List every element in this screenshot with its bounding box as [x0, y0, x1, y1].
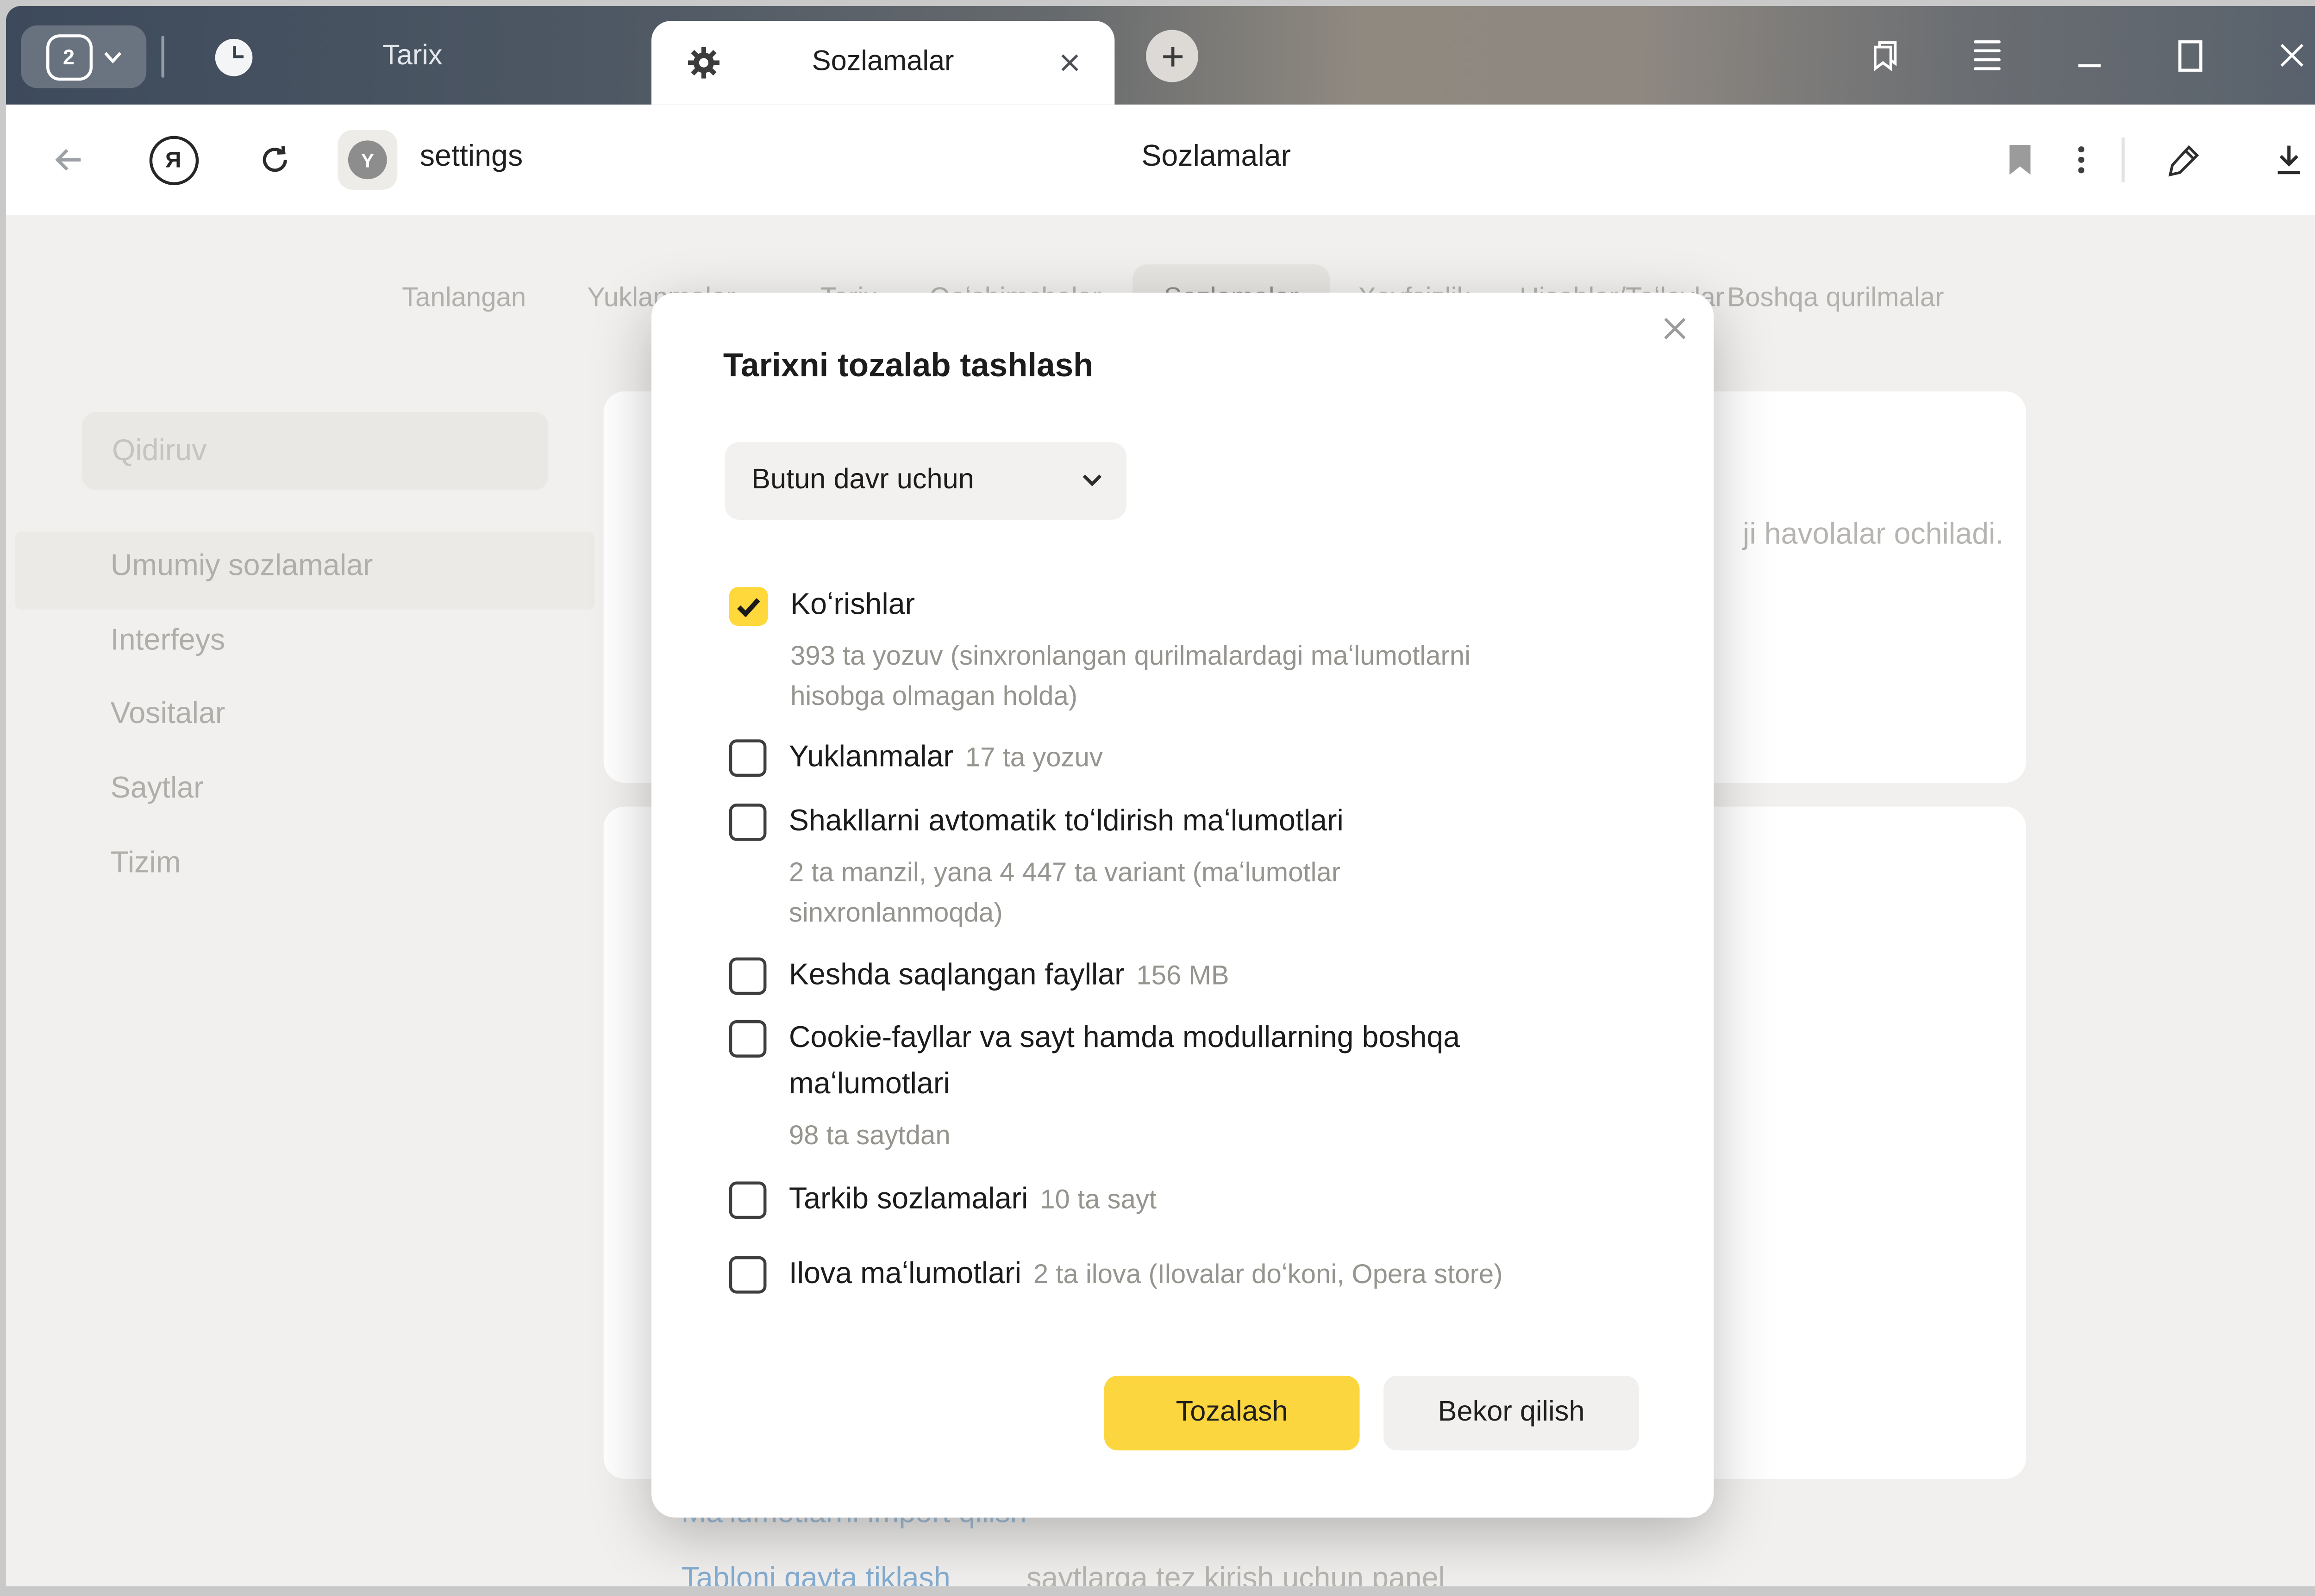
- restore-tableau-desc: saytlarga tez kirish uchun panel: [1026, 1562, 1445, 1586]
- checkbox-icon[interactable]: [729, 958, 767, 995]
- dialog-close-icon[interactable]: [1654, 308, 1696, 349]
- history-item-row[interactable]: Koʻrishlar 393 ta yozuv (sinxronlangan q…: [729, 583, 1560, 717]
- sidebar-item-tizim[interactable]: Tizim: [111, 847, 181, 881]
- window-body: 2 Tarix Sozlamalar: [6, 6, 2315, 1586]
- close-icon[interactable]: [2266, 30, 2315, 81]
- item-detail: 2 ta manzil, yana 4 447 ta variant (maʻl…: [789, 853, 1416, 934]
- sidebar-item-interfeys[interactable]: Interfeys: [111, 624, 225, 659]
- clear-button[interactable]: Tozalash: [1104, 1376, 1360, 1450]
- item-label[interactable]: Keshda saqlangan fayllar: [789, 959, 1125, 992]
- tab-group-chip[interactable]: 2: [21, 25, 146, 88]
- tab-count-badge: 2: [45, 34, 92, 80]
- menu-icon[interactable]: [1962, 30, 2013, 81]
- yandex-icon[interactable]: Я: [146, 133, 200, 187]
- item-label[interactable]: Ilova maʻlumotlari: [789, 1258, 1021, 1291]
- back-icon[interactable]: [42, 133, 95, 187]
- clock-icon: [215, 38, 253, 75]
- item-label[interactable]: Tarkib sozlamalari: [789, 1183, 1028, 1216]
- maximize-icon[interactable]: [2165, 30, 2216, 81]
- tabstrip-divider: [162, 36, 164, 77]
- more-options-icon[interactable]: [2054, 133, 2108, 187]
- checkbox-icon[interactable]: [729, 804, 767, 841]
- site-badge[interactable]: Y: [338, 130, 397, 190]
- history-item-row[interactable]: Ilova maʻlumotlari 2 ta ilova (Ilovalar d…: [729, 1252, 1503, 1298]
- checkbox-icon[interactable]: [729, 739, 767, 777]
- browser-window: 2 Tarix Sozlamalar: [0, 0, 2315, 1595]
- history-item-row[interactable]: Yuklanmalar 17 ta yozuv: [729, 735, 1103, 781]
- background-text-fragment: ji havolalar ochiladi.: [1743, 518, 2003, 553]
- site-favicon-icon: Y: [348, 140, 387, 179]
- bookmark-icon[interactable]: [1993, 133, 2047, 187]
- history-item-row[interactable]: Keshda saqlangan fayllar 156 MB: [729, 953, 1229, 999]
- item-label[interactable]: Shakllarni avtomatik toʻldirish maʻlumot…: [789, 799, 1416, 845]
- checkbox-icon[interactable]: [729, 1182, 767, 1219]
- sidebar-item-umumiy[interactable]: Umumiy sozlamalar: [111, 550, 373, 584]
- history-item-row[interactable]: Shakllarni avtomatik toʻldirish maʻlumot…: [729, 799, 1416, 933]
- settings-search-input[interactable]: [82, 412, 548, 490]
- reload-icon[interactable]: [248, 133, 302, 187]
- item-label[interactable]: Koʻrishlar: [790, 583, 1560, 629]
- pen-tool-icon[interactable]: [2158, 133, 2211, 187]
- nav-boshqa-qurilmalar[interactable]: Boshqa qurilmalar: [1727, 282, 1944, 314]
- item-detail: 10 ta sayt: [1040, 1185, 1157, 1215]
- restore-tableau-link[interactable]: Tabloni qayta tiklash: [682, 1562, 951, 1586]
- chevron-down-icon: [1082, 474, 1102, 487]
- item-label[interactable]: Yuklanmalar: [789, 741, 953, 774]
- download-icon[interactable]: [2262, 133, 2315, 187]
- toolbar: Я Y settings Sozlamalar: [6, 105, 2315, 215]
- item-detail: 17 ta yozuv: [965, 742, 1103, 773]
- item-detail: 393 ta yozuv (sinxronlangan qurilmalarda…: [790, 636, 1560, 717]
- new-tab-button[interactable]: [1146, 30, 1198, 82]
- history-item-row[interactable]: Tarkib sozlamalari 10 ta sayt: [729, 1177, 1157, 1223]
- item-detail: 156 MB: [1136, 960, 1229, 991]
- tab-title: Tarix: [382, 40, 442, 73]
- tab-strip: 2 Tarix Sozlamalar: [6, 6, 2315, 105]
- cancel-button[interactable]: Bekor qilish: [1383, 1376, 1639, 1450]
- tab-history[interactable]: Tarix: [185, 18, 633, 96]
- period-select[interactable]: Butun davr uchun: [725, 442, 1126, 520]
- checkbox-icon[interactable]: [729, 1256, 767, 1294]
- sidebar-item-vositalar[interactable]: Vositalar: [111, 698, 225, 732]
- address-text[interactable]: settings: [420, 140, 523, 175]
- sidebar-item-saytlar[interactable]: Saytlar: [111, 772, 204, 806]
- period-selected-value: Butun davr uchun: [751, 465, 974, 498]
- plus-icon: [1160, 44, 1184, 68]
- tab-settings[interactable]: Sozlamalar: [651, 21, 1114, 105]
- tab-close-icon[interactable]: [1052, 45, 1088, 81]
- checkbox-icon[interactable]: [729, 1020, 767, 1058]
- history-item-row[interactable]: Cookie-fayllar va sayt hamda modullarnin…: [729, 1016, 1581, 1156]
- nav-tanlangan[interactable]: Tanlangan: [402, 282, 526, 314]
- bookmarks-panel-icon[interactable]: [1860, 30, 1911, 81]
- chevron-down-icon: [102, 50, 122, 63]
- item-detail: 98 ta saytdan: [789, 1116, 1581, 1156]
- settings-search[interactable]: [82, 412, 548, 490]
- tab-title: Sozlamalar: [651, 46, 1114, 79]
- checkbox-checked-icon[interactable]: [729, 587, 768, 626]
- settings-page: Tanlangan Yuklanmalar Tarix Qoʻshimchala…: [6, 215, 2315, 1586]
- item-label[interactable]: Cookie-fayllar va sayt hamda modullarnin…: [789, 1016, 1581, 1108]
- item-detail: 2 ta ilova (Ilovalar doʻkoni, Opera stor…: [1033, 1259, 1503, 1289]
- page-title: Sozlamalar: [1141, 140, 1291, 175]
- clear-history-dialog: Tarixni tozalab tashlash Butun davr uchu…: [651, 293, 1714, 1517]
- dialog-title: Tarixni tozalab tashlash: [723, 347, 1094, 386]
- toolbar-divider: [2121, 137, 2124, 182]
- minimize-icon[interactable]: [2063, 30, 2114, 81]
